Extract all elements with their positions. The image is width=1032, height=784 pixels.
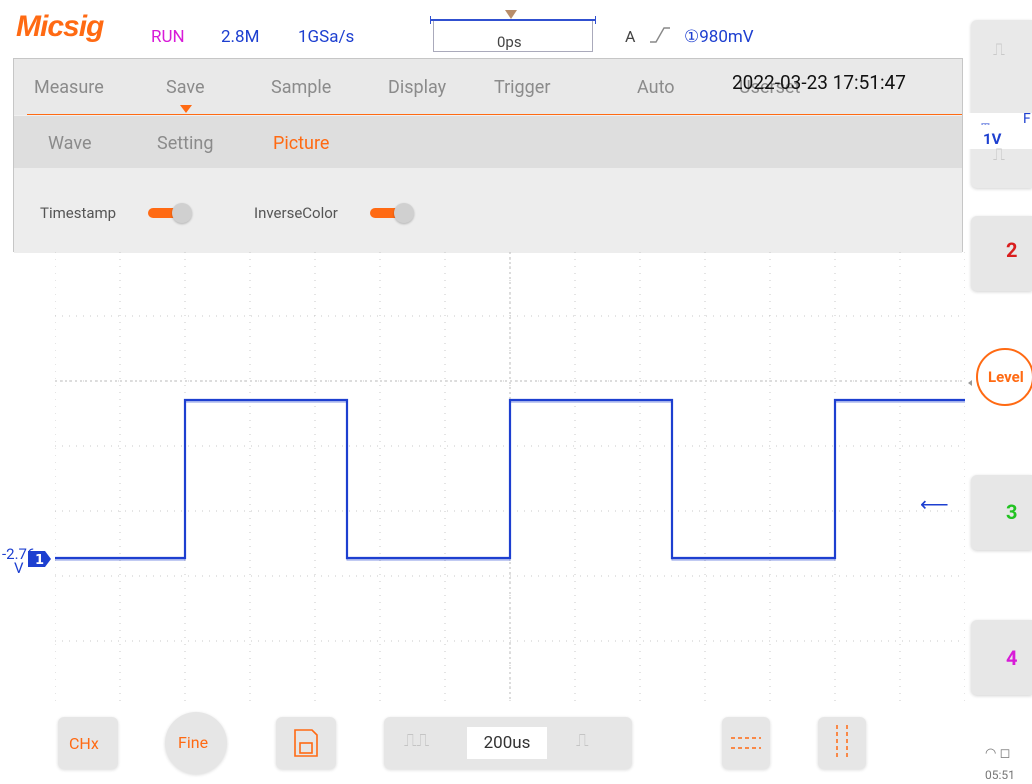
- sub-menu-tabs: Wave Setting Picture: [14, 116, 962, 168]
- ch1-f-indicator: F: [1023, 111, 1031, 127]
- pulse-icon: ⎍: [993, 40, 1005, 60]
- picture-options: Timestamp InverseColor: [14, 168, 962, 253]
- run-stop-status[interactable]: RUN: [151, 27, 185, 47]
- subtab-setting[interactable]: Setting: [157, 133, 213, 154]
- fine-label: Fine: [178, 733, 209, 752]
- tab-display[interactable]: Display: [388, 77, 446, 98]
- trigger-level-readout[interactable]: ①980mV: [684, 27, 754, 47]
- brand-logo: Micsig: [16, 10, 104, 43]
- channel-control-bar: ⎍ ⎓ 1V F ⎍ 2 Level 3 4: [965, 0, 1032, 784]
- chx-button[interactable]: CHx: [58, 717, 118, 769]
- ch1-position-marker-icon[interactable]: 1: [28, 549, 78, 569]
- ch2-button[interactable]: 2: [971, 216, 1032, 291]
- timestamp-overlay: 2022-03-23 17:51:47: [732, 71, 906, 94]
- horizontal-offset[interactable]: 0ps: [497, 33, 522, 51]
- vertical-cursor-icon: [836, 725, 848, 759]
- menu-divider: [27, 114, 962, 115]
- timebase-decrease-icon[interactable]: ⎍⎍: [404, 730, 429, 751]
- dc-coupling-icon: ⎓: [981, 117, 990, 130]
- ch2-label: 2: [1006, 238, 1018, 262]
- subtab-wave[interactable]: Wave: [48, 133, 92, 154]
- inverse-color-toggle[interactable]: [370, 203, 416, 223]
- horizontal-cursor-icon: [731, 737, 761, 749]
- ch1-control[interactable]: ⎍ ⎓ 1V F ⎍: [965, 20, 1032, 188]
- memory-depth[interactable]: 2.8M: [221, 27, 259, 47]
- tab-trigger[interactable]: Trigger: [494, 77, 550, 98]
- timestamp-toggle[interactable]: [148, 203, 194, 223]
- chx-label: CHx: [69, 734, 99, 753]
- timebase-increase-icon[interactable]: ⎍: [576, 730, 589, 751]
- timebase-value[interactable]: 200us: [467, 727, 547, 759]
- ch4-button[interactable]: 4: [971, 620, 1032, 695]
- rising-edge-icon: [650, 27, 670, 43]
- trigger-position-marker-icon: [505, 10, 517, 19]
- tab-measure[interactable]: Measure: [34, 77, 104, 98]
- cursor-horizontal-button[interactable]: [722, 717, 770, 769]
- level-label: Level: [988, 368, 1024, 386]
- tab-save[interactable]: Save: [166, 77, 205, 98]
- level-pointer-icon: [968, 380, 972, 386]
- ch4-label: 4: [1006, 646, 1018, 670]
- inverse-color-label: InverseColor: [254, 204, 338, 222]
- cursor-vertical-button[interactable]: [818, 717, 866, 769]
- waveform-display[interactable]: [55, 252, 965, 702]
- main-menu-tabs: Measure Save Sample Display Trigger Auto…: [14, 59, 962, 115]
- save-disk-icon: [294, 729, 318, 757]
- subtab-picture[interactable]: Picture: [273, 133, 329, 154]
- pulse-icon: ⎍: [993, 145, 1005, 165]
- top-status-bar: Micsig RUN 2.8M 1GSa/s 0ps A ①980mV: [0, 0, 965, 56]
- timestamp-label: Timestamp: [40, 204, 117, 222]
- ch3-button[interactable]: 3: [971, 475, 1032, 550]
- save-picture-button[interactable]: [276, 717, 336, 769]
- active-tab-caret-icon: [180, 105, 192, 113]
- save-menu-panel: Measure Save Sample Display Trigger Auto…: [13, 58, 963, 253]
- ch1-offset-unit: V: [14, 559, 24, 577]
- svg-text:1: 1: [35, 553, 44, 568]
- level-button[interactable]: Level: [976, 348, 1032, 406]
- ch3-label: 3: [1006, 500, 1018, 524]
- trigger-mode: A: [625, 27, 636, 46]
- fine-button[interactable]: Fine: [165, 712, 227, 774]
- tab-sample[interactable]: Sample: [271, 77, 331, 98]
- trigger-level-arrow-icon[interactable]: ⟵: [920, 492, 949, 516]
- wifi-icon: ◠ ◻: [985, 746, 1011, 761]
- system-clock: 05:51: [985, 768, 1015, 782]
- memory-position-bar: [430, 16, 596, 24]
- tab-auto[interactable]: Auto: [637, 77, 675, 98]
- sample-rate[interactable]: 1GSa/s: [298, 27, 354, 47]
- ch1-trace-noise: [55, 401, 965, 561]
